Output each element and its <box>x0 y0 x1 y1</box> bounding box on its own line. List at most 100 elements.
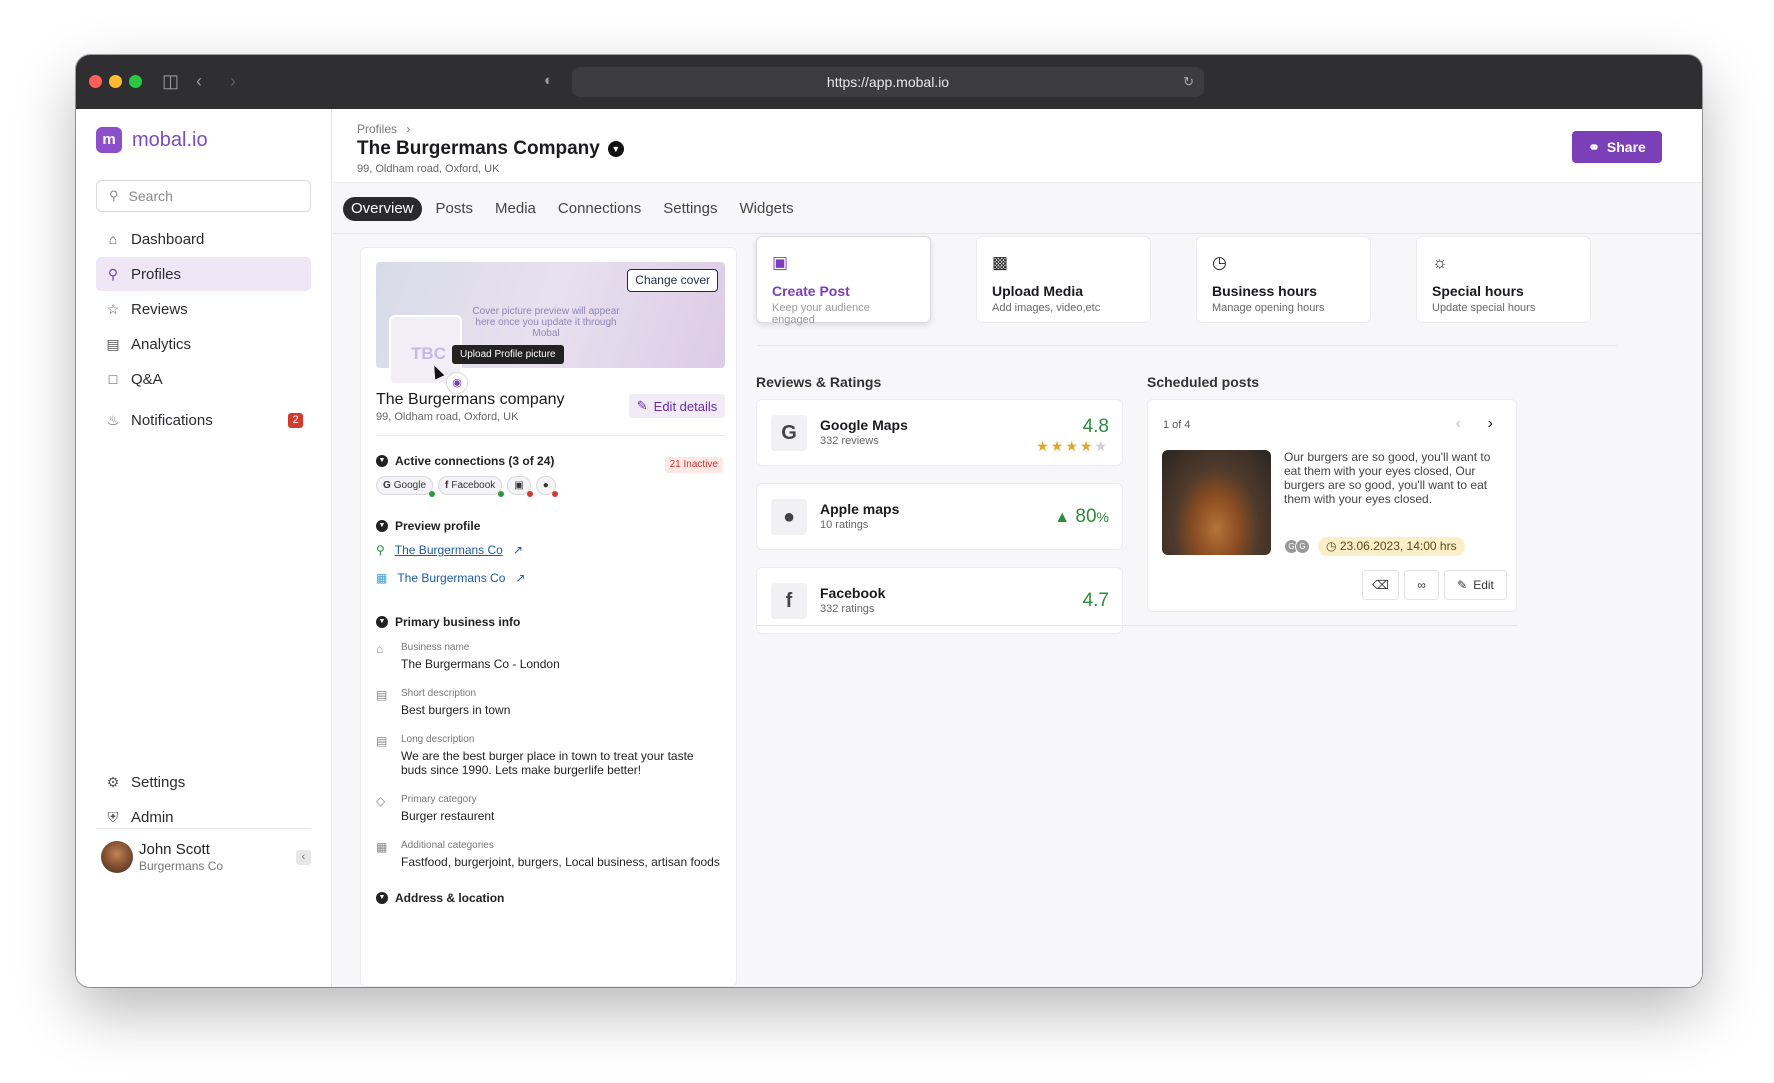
action-title: Special hours <box>1432 283 1524 299</box>
tab-posts[interactable]: Posts <box>428 197 482 221</box>
create-post-card[interactable]: ▣ Create Post Keep your audience engaged <box>756 236 931 326</box>
forward-icon[interactable]: › <box>230 71 236 91</box>
chat-icon: □ <box>108 371 118 387</box>
chevron-down-icon: ▼ <box>376 892 388 904</box>
add-document-icon: ▣ <box>772 253 789 272</box>
tab-widgets[interactable]: Widgets <box>731 197 801 221</box>
review-source-name: Apple maps <box>820 501 900 517</box>
apple-maps-icon: ▦ <box>376 571 388 585</box>
delete-button[interactable]: ⌫ <box>1362 570 1399 600</box>
sidebar-item-label: Notifications <box>131 411 213 429</box>
sidebar-item-dashboard[interactable]: ⌂ Dashboard <box>96 222 311 256</box>
active-connections-header[interactable]: ▼ Active connections (3 of 24) <box>376 454 554 468</box>
review-score: 4.7 <box>1082 590 1109 611</box>
preview-profile-header[interactable]: ▼ Preview profile <box>376 519 480 533</box>
breadcrumb[interactable]: Profiles › <box>357 122 410 136</box>
field-value: Fastfood, burgerjoint, burgers, Local bu… <box>401 855 720 869</box>
external-link-icon: ↗ <box>515 571 526 585</box>
tab-overview[interactable]: Overview <box>343 197 422 221</box>
review-source-name: Facebook <box>820 585 886 601</box>
profile-initials: TBC <box>411 344 446 363</box>
cover-picture[interactable]: Change cover Cover picture preview will … <box>376 262 725 394</box>
sidebar-item-profiles[interactable]: ⚲ Profiles <box>96 257 311 291</box>
review-score-wrapper: ▲ 80% <box>1054 506 1109 528</box>
url-bar[interactable]: https://app.mobal.io ↻ <box>572 67 1204 97</box>
chip-facebook[interactable]: f Facebook <box>438 476 505 497</box>
action-title: Create Post <box>772 283 850 299</box>
chip-instagram[interactable]: ▣ <box>507 476 533 497</box>
upload-media-card[interactable]: ▩ Upload Media Add images, video,etc <box>976 236 1151 323</box>
copy-link-button[interactable]: ∞ <box>1404 570 1439 600</box>
action-title: Upload Media <box>992 283 1084 299</box>
scheduled-date-badge: ◷ 23.06.2023, 14:00 hrs <box>1318 537 1465 556</box>
tabs: Overview Posts Media Connections Setting… <box>343 197 802 221</box>
post-image[interactable] <box>1162 450 1271 555</box>
google-maps-preview-link[interactable]: ⚲ The Burgermans Co ↗ <box>376 543 523 557</box>
field-label: Long description <box>401 734 475 745</box>
minimize-window-button[interactable] <box>109 75 122 88</box>
google-icon: G <box>771 415 807 451</box>
status-dot <box>498 491 505 497</box>
review-score: 4.8 <box>1082 416 1109 437</box>
user-profile[interactable]: John Scott Burgermans Co ‹ <box>96 828 311 874</box>
page-address: 99, Oldham road, Oxford, UK <box>357 163 500 175</box>
verified-chevron-icon[interactable]: ▼ <box>607 141 624 157</box>
apple-maps-preview-link[interactable]: ▦ The Burgermans Co ↗ <box>376 571 525 585</box>
sidebar-item-reviews[interactable]: ☆ Reviews <box>96 292 311 326</box>
edit-post-button[interactable]: ✎ Edit <box>1444 570 1507 600</box>
brand-logo[interactable]: m mobal.io <box>96 127 208 153</box>
search-icon: ⚲ <box>109 188 119 203</box>
sidebar-item-notifications[interactable]: ♨ Notifications 2 <box>96 403 311 437</box>
home-icon: ⌂ <box>108 231 118 247</box>
special-hours-card[interactable]: ☼ Special hours Update special hours <box>1416 236 1591 323</box>
shield-privacy-icon[interactable]: ◐ <box>544 71 553 91</box>
apple-icon: ● <box>771 499 807 535</box>
chip-apple[interactable]: ● <box>535 476 558 497</box>
notification-count-badge: 2 <box>288 413 303 428</box>
inactive-badge[interactable]: 21 Inactive <box>664 457 723 473</box>
review-apple-maps[interactable]: ● Apple maps 10 ratings ▲ 80% <box>756 483 1123 550</box>
review-facebook[interactable]: f Facebook 332 ratings 4.7 <box>756 567 1123 634</box>
change-cover-button[interactable]: Change cover <box>627 269 718 292</box>
collapse-sidebar-icon[interactable]: ‹ <box>296 850 311 865</box>
tab-settings[interactable]: Settings <box>655 197 725 221</box>
maximize-window-button[interactable] <box>129 75 142 88</box>
review-count: 332 reviews <box>820 435 879 447</box>
address-location-header[interactable]: ▼ Address & location <box>376 891 504 905</box>
field-label: Additional categories <box>401 840 494 851</box>
share-button[interactable]: ⚭ Share <box>1572 131 1662 163</box>
business-hours-card[interactable]: ◷ Business hours Manage opening hours <box>1196 236 1371 323</box>
scheduled-posts-title: Scheduled posts <box>1147 374 1260 390</box>
review-google-maps[interactable]: G Google Maps 332 reviews 4.8 ★★★★★ <box>756 399 1123 466</box>
categories-icon: ▦ <box>376 840 388 854</box>
sidebar-item-analytics[interactable]: ▤ Analytics <box>96 327 311 361</box>
chevron-right-icon[interactable]: › <box>1488 415 1493 433</box>
breadcrumb-profiles[interactable]: Profiles <box>357 122 397 136</box>
trash-icon: ⌫ <box>1372 578 1389 592</box>
chip-label: Facebook <box>451 480 496 491</box>
review-score: 80 <box>1075 506 1097 527</box>
back-icon[interactable]: ‹ <box>196 71 202 91</box>
business-address: 99, Oldham road, Oxford, UK <box>376 411 519 423</box>
sidebar-item-qa[interactable]: □ Q&A <box>96 362 311 396</box>
sidebar-toggle-icon[interactable]: ◫ <box>162 71 179 91</box>
search-input[interactable]: ⚲ Search <box>96 180 311 212</box>
field-value: We are the best burger place in town to … <box>401 749 694 777</box>
action-subtitle: Keep your audience engaged <box>772 302 870 326</box>
sidebar-item-label: Analytics <box>131 335 192 353</box>
primary-business-info-header[interactable]: ▼ Primary business info <box>376 615 520 629</box>
tag-icon: ◇ <box>376 794 386 808</box>
chip-google[interactable]: G Google <box>376 476 436 497</box>
chevron-left-icon[interactable]: ‹ <box>1456 415 1461 433</box>
reload-icon[interactable]: ↻ <box>1183 67 1194 97</box>
edit-details-button[interactable]: ✎ Edit details <box>629 394 725 418</box>
review-source-name: Google Maps <box>820 417 908 433</box>
scheduled-date: 23.06.2023, 14:00 hrs <box>1339 539 1457 553</box>
edit-details-label: Edit details <box>653 398 718 414</box>
divider <box>757 625 1518 626</box>
tab-connections[interactable]: Connections <box>550 197 649 221</box>
tab-media[interactable]: Media <box>487 197 544 221</box>
sidebar-item-settings[interactable]: ⚙ Settings <box>96 765 311 799</box>
apple-icon: ● <box>542 480 549 491</box>
close-window-button[interactable] <box>89 75 102 88</box>
